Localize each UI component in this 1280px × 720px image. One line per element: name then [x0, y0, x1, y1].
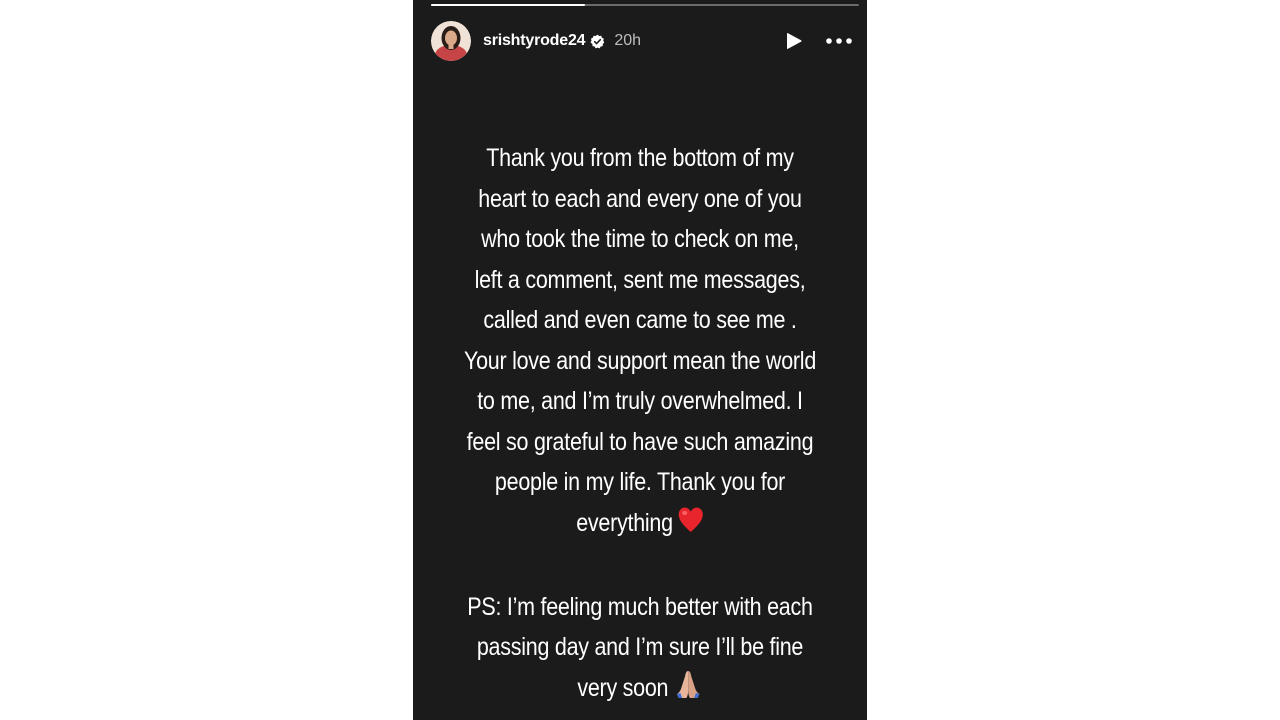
ps-line: PS: I’m feeling much better with each	[467, 592, 813, 621]
story-message: Thank you from the bottom of my heart to…	[462, 138, 818, 711]
story-viewer: srishtyrode24 20h Thank you from the bot…	[413, 0, 867, 720]
message-line: heart to each and every one of you	[478, 184, 802, 213]
ps-line: passing day and I’m sure I’ll be fine	[476, 633, 804, 661]
message-line-with-emoji: everything	[462, 503, 818, 547]
play-icon	[787, 33, 802, 49]
story-timestamp: 20h	[614, 32, 642, 49]
more-options-icon	[826, 38, 852, 44]
play-button[interactable]	[783, 30, 805, 52]
verified-badge-icon	[590, 34, 605, 49]
message-line: to me, and I’m truly overwhelmed. I	[477, 387, 803, 415]
message-line: everything	[576, 508, 673, 537]
message-line: who took the time to check on me,	[481, 225, 799, 253]
message-line: feel so grateful to have such amazing	[466, 427, 814, 456]
avatar-image	[431, 21, 471, 61]
avatar[interactable]	[431, 21, 471, 61]
story-header: srishtyrode24 20h	[431, 20, 859, 62]
heart-emoji	[678, 506, 704, 547]
message-line: called and even came to see me .	[483, 306, 797, 334]
message-line: Thank you from the bottom of my	[486, 144, 794, 172]
message-line: people in my life. Thank you for	[494, 468, 786, 496]
more-options-button[interactable]	[825, 30, 853, 52]
folded-hands-emoji	[673, 669, 702, 712]
ps-line: very soon	[577, 673, 669, 702]
username[interactable]: srishtyrode24	[483, 32, 586, 50]
story-progress-bar	[431, 4, 859, 6]
message-line: Your love and support mean the world	[463, 346, 817, 375]
message-line: left a comment, sent me messages,	[474, 265, 806, 294]
story-progress-fill	[431, 4, 586, 6]
ps-line-with-emoji: very soon	[462, 668, 818, 712]
